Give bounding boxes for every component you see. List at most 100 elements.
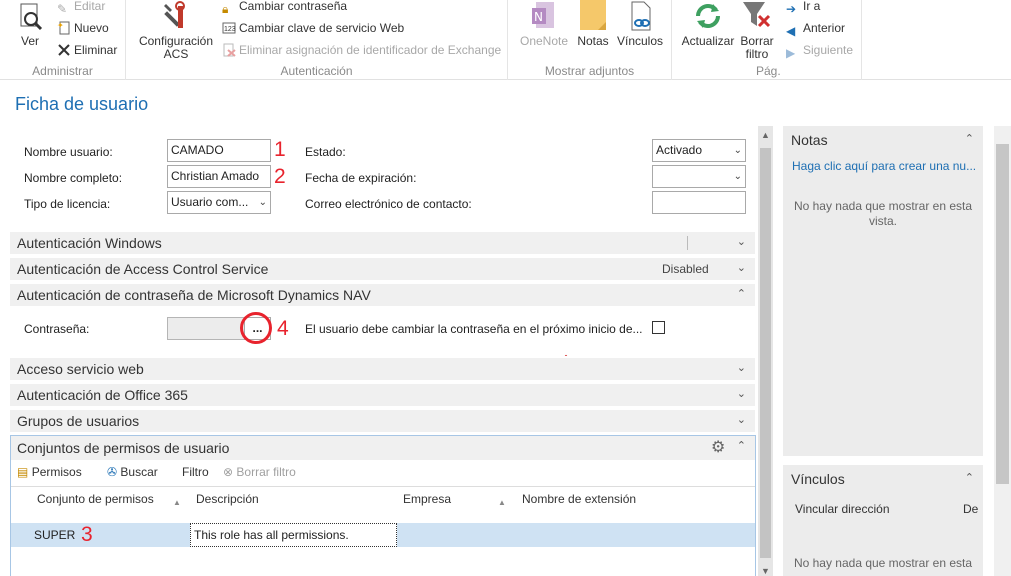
- tipo-licencia-label: Tipo de licencia:: [24, 197, 111, 211]
- permisos-button[interactable]: ▤ Permisos: [17, 465, 82, 479]
- gears-icon[interactable]: ⚙: [711, 437, 725, 457]
- link-icon: [631, 1, 651, 31]
- permission-sets-subpage: Conjuntos de permisos de usuario ⚙ ⌃ ▤ P…: [10, 435, 756, 576]
- cambiar-clave-web-label: Cambiar clave de servicio Web: [239, 21, 405, 35]
- group-label-pag: Pág.: [756, 64, 781, 78]
- scroll-up-icon[interactable]: ▲: [761, 130, 770, 140]
- svg-text:123: 123: [224, 26, 236, 33]
- scroll-thumb[interactable]: [760, 148, 771, 558]
- subpage-header[interactable]: Conjuntos de permisos de usuario ⚙ ⌃: [11, 436, 755, 460]
- chevron-down-icon: ⌄: [736, 362, 746, 374]
- anterior-button[interactable]: ◀ Anterior: [786, 19, 846, 38]
- clear-filter-icon: ⊗: [223, 465, 234, 479]
- clear-filter-icon: [743, 2, 771, 28]
- onenote-button[interactable]: N OneNote: [516, 0, 572, 48]
- factbox-scrollbar[interactable]: [994, 126, 1011, 576]
- page-title: Ficha de usuario: [15, 94, 149, 114]
- group-autenticacion: Configuración ACS 🔒︎ Cambiar contraseña 1…: [126, 0, 508, 80]
- nombre-completo-field[interactable]: Christian Amado: [167, 165, 271, 188]
- acs-status: Disabled: [662, 262, 709, 276]
- nombre-usuario-label: Nombre usuario:: [24, 145, 113, 159]
- buscar-label: Buscar: [120, 465, 158, 479]
- vinculos-button[interactable]: Vínculos: [616, 0, 664, 48]
- svg-text:N: N: [534, 10, 543, 24]
- tipo-licencia-value: Usuario com...: [171, 195, 249, 209]
- correo-field[interactable]: [652, 191, 746, 214]
- column-descripcion[interactable]: Descripción: [196, 492, 259, 506]
- view-icon: [20, 3, 43, 31]
- column-nombre-extension[interactable]: Nombre de extensión: [522, 492, 636, 506]
- group-pag: Actualizar Borrar filtro ➔ Ir a ◀ Anterior…: [672, 0, 862, 80]
- fasttab-office365[interactable]: Autenticación de Office 365 ⌄: [10, 382, 755, 406]
- chevron-up-icon[interactable]: ⌃: [965, 471, 974, 484]
- configuracion-acs-button[interactable]: Configuración ACS: [134, 0, 218, 61]
- remove-mapping-icon: [223, 43, 236, 57]
- filtro-button[interactable]: Filtro: [182, 465, 209, 479]
- nuevo-label: Nuevo: [74, 21, 109, 35]
- key-icon: 123: [222, 22, 236, 34]
- cambiar-contrasena-button[interactable]: 🔒︎ Cambiar contraseña: [222, 0, 347, 16]
- estado-select[interactable]: Activado ⌄: [652, 139, 746, 162]
- permission-icon: ▤: [17, 465, 29, 479]
- fasttab-acs[interactable]: Autenticación de Access Control Service …: [10, 256, 755, 280]
- scroll-down-icon[interactable]: ▼: [761, 566, 770, 576]
- eliminar-asignacion-button[interactable]: Eliminar asignación de identificador de …: [222, 41, 501, 59]
- fasttab-grupos-usuarios[interactable]: Grupos de usuarios ⌄: [10, 408, 755, 432]
- editar-button[interactable]: ✎ Editar: [57, 0, 105, 16]
- eliminar-button[interactable]: Eliminar: [57, 41, 117, 59]
- de-column[interactable]: De: [963, 502, 978, 516]
- fecha-expiracion-field[interactable]: ⌄: [652, 165, 746, 188]
- subpage-title: Conjuntos de permisos de usuario: [17, 440, 230, 456]
- fasttab-title: Autenticación de Access Control Service: [17, 261, 269, 277]
- chevron-down-icon: ⌄: [258, 197, 267, 208]
- ir-a-label: Ir a: [803, 0, 821, 13]
- fasttab-autenticacion-windows[interactable]: Autenticación Windows ⌄: [10, 230, 755, 254]
- pencil-icon: ✎: [57, 2, 68, 16]
- cambiar-contrasena-checkbox[interactable]: [652, 321, 665, 334]
- column-conjunto[interactable]: Conjunto de permisos: [37, 492, 154, 506]
- nuevo-button[interactable]: ✦ Nuevo: [57, 19, 109, 37]
- goto-arrow-icon: ➔: [786, 2, 797, 16]
- vinculos-title: Vínculos: [791, 471, 845, 487]
- nombre-usuario-field[interactable]: CAMADO: [167, 139, 271, 162]
- chevron-up-icon[interactable]: ⌃: [737, 439, 746, 452]
- anterior-label: Anterior: [803, 21, 846, 35]
- scroll-thumb[interactable]: [996, 144, 1009, 484]
- estado-label: Estado:: [305, 145, 346, 159]
- binoculars-icon: ✇: [107, 465, 118, 479]
- tools-icon: [164, 1, 185, 28]
- cell-conjunto[interactable]: SUPER: [34, 528, 75, 542]
- next-arrow-icon: ▶: [786, 46, 796, 60]
- notas-button[interactable]: Notas: [574, 0, 612, 48]
- column-empresa[interactable]: Empresa: [403, 492, 451, 506]
- notas-empty-2: vista.: [868, 214, 897, 228]
- crear-nota-link[interactable]: Haga clic aquí para crear una nu...: [792, 159, 976, 173]
- borrar-filtro-button[interactable]: Borrar filtro: [738, 0, 776, 61]
- vinculos-empty: No hay nada que mostrar en esta: [793, 556, 973, 570]
- contrasena-field[interactable]: [167, 317, 245, 340]
- buscar-button[interactable]: ✇ Buscar: [107, 465, 158, 479]
- delete-x-icon: [58, 44, 70, 56]
- table-row[interactable]: SUPER 3 This role has all permissions.: [11, 523, 755, 547]
- main-scrollbar[interactable]: ▲ ▼: [758, 126, 773, 576]
- fasttab-title: Grupos de usuarios: [17, 413, 140, 429]
- cambiar-clave-web-button[interactable]: 123 Cambiar clave de servicio Web: [222, 19, 404, 37]
- ver-button[interactable]: Ver: [10, 2, 50, 48]
- siguiente-button[interactable]: ▶ Siguiente: [786, 41, 853, 60]
- new-doc-icon: ✦: [57, 21, 70, 35]
- vincular-direccion-column[interactable]: Vincular dirección: [795, 502, 890, 516]
- chevron-down-icon: ⌄: [733, 171, 742, 182]
- cell-descripcion[interactable]: This role has all permissions.: [190, 523, 397, 547]
- actualizar-button[interactable]: Actualizar: [678, 0, 738, 48]
- ribbon: Ver ✎ Editar ✦ Nuevo Eliminar Administrar …: [0, 0, 1011, 80]
- tipo-licencia-select[interactable]: Usuario com... ⌄: [167, 191, 271, 214]
- borrar-filtro-sub-button[interactable]: ⊗ Borrar filtro: [223, 465, 296, 479]
- chevron-down-icon: ⌄: [736, 388, 746, 400]
- fasttab-acceso-servicio-web[interactable]: Acceso servicio web ⌄: [10, 356, 755, 380]
- chevron-down-icon: ⌄: [736, 262, 746, 274]
- chevron-up-icon[interactable]: ⌃: [965, 132, 974, 145]
- fasttab-contrasena-nav[interactable]: Autenticación de contraseña de Microsoft…: [10, 282, 755, 306]
- ir-a-button[interactable]: ➔ Ir a: [786, 0, 821, 16]
- factbox-vinculos: Vínculos ⌃ Vincular dirección De No hay …: [783, 465, 983, 576]
- actualizar-label: Actualizar: [681, 34, 735, 48]
